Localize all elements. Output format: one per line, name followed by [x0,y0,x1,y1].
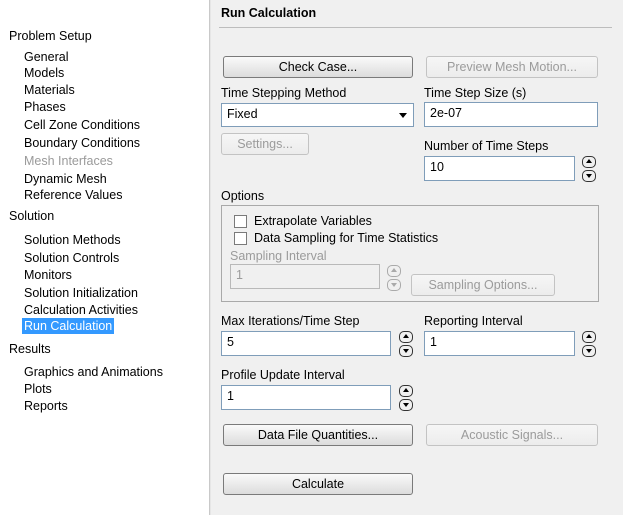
tree-item-graphics-and-animations[interactable]: Graphics and Animations [24,364,163,380]
data-file-quantities-button[interactable]: Data File Quantities... [223,424,413,446]
spinner-down-icon[interactable] [582,345,596,357]
tree-section-results[interactable]: Results [9,342,51,356]
number-of-time-steps-spinner[interactable] [582,156,596,182]
tree-item-dynamic-mesh[interactable]: Dynamic Mesh [24,171,107,187]
reporting-interval-spinner[interactable] [582,331,596,357]
tree-item-solution-methods[interactable]: Solution Methods [24,232,121,248]
check-case-button[interactable]: Check Case... [223,56,413,78]
preview-mesh-motion-button: Preview Mesh Motion... [426,56,598,78]
time-stepping-method-value: Fixed [227,107,258,121]
number-of-time-steps-input[interactable]: 10 [424,156,575,181]
spinner-up-icon[interactable] [399,331,413,343]
tree-item-phases[interactable]: Phases [24,99,66,115]
tree-item-reference-values[interactable]: Reference Values [24,187,122,203]
tree-item-solution-initialization[interactable]: Solution Initialization [24,285,138,301]
profile-update-interval-input[interactable]: 1 [221,385,391,410]
settings-button: Settings... [221,133,309,155]
max-iterations-spinner[interactable] [399,331,413,357]
reporting-interval-label: Reporting Interval [424,314,523,328]
tree-item-plots[interactable]: Plots [24,381,52,397]
options-group: Extrapolate Variables Data Sampling for … [221,205,599,302]
time-step-size-input[interactable]: 2e-07 [424,102,598,127]
panel-title: Run Calculation [221,6,317,20]
sampling-interval-input: 1 [230,264,380,289]
extrapolate-variables-label: Extrapolate Variables [254,214,372,228]
tree-item-materials[interactable]: Materials [24,82,75,98]
tree-section-problem-setup[interactable]: Problem Setup [9,29,92,43]
extrapolate-variables-checkbox[interactable] [234,215,247,228]
time-stepping-method-label: Time Stepping Method [221,86,347,100]
spinner-up-icon[interactable] [582,156,596,168]
title-divider [219,27,612,28]
tree-item-solution-controls[interactable]: Solution Controls [24,250,119,266]
tree-item-calculation-activities[interactable]: Calculation Activities [24,302,138,318]
tree-item-general[interactable]: General [24,49,68,65]
navigation-tree: Problem Setup General Models Materials P… [0,0,210,515]
tree-item-monitors[interactable]: Monitors [24,267,72,283]
sampling-options-button: Sampling Options... [411,274,555,296]
sampling-interval-label: Sampling Interval [230,249,327,263]
spinner-up-icon [387,265,401,277]
time-step-size-label: Time Step Size (s) [424,86,527,100]
sampling-interval-spinner [387,265,401,291]
spinner-down-icon [387,279,401,291]
spinner-down-icon[interactable] [399,345,413,357]
run-calculation-panel: Run Calculation Check Case... Preview Me… [210,0,623,515]
options-label: Options [221,189,265,203]
acoustic-signals-button: Acoustic Signals... [426,424,598,446]
max-iterations-input[interactable]: 5 [221,331,391,356]
data-sampling-checkbox[interactable] [234,232,247,245]
spinner-up-icon[interactable] [399,385,413,397]
tree-item-run-calculation[interactable]: Run Calculation [22,318,115,334]
reporting-interval-input[interactable]: 1 [424,331,575,356]
profile-update-interval-spinner[interactable] [399,385,413,411]
spinner-down-icon[interactable] [582,170,596,182]
tree-item-boundary-conditions[interactable]: Boundary Conditions [24,135,140,151]
profile-update-interval-label: Profile Update Interval [221,368,345,382]
chevron-down-icon [399,113,407,118]
tree-item-cell-zone-conditions[interactable]: Cell Zone Conditions [24,117,140,133]
time-stepping-method-select[interactable]: Fixed [221,103,414,127]
tree-item-mesh-interfaces: Mesh Interfaces [24,154,113,168]
data-sampling-label: Data Sampling for Time Statistics [254,231,439,245]
tree-section-solution[interactable]: Solution [9,209,54,223]
max-iterations-label: Max Iterations/Time Step [221,314,360,328]
calculate-button[interactable]: Calculate [223,473,413,495]
tree-item-reports[interactable]: Reports [24,398,68,414]
number-of-time-steps-label: Number of Time Steps [424,139,549,153]
spinner-up-icon[interactable] [582,331,596,343]
spinner-down-icon[interactable] [399,399,413,411]
tree-item-models[interactable]: Models [24,65,64,81]
